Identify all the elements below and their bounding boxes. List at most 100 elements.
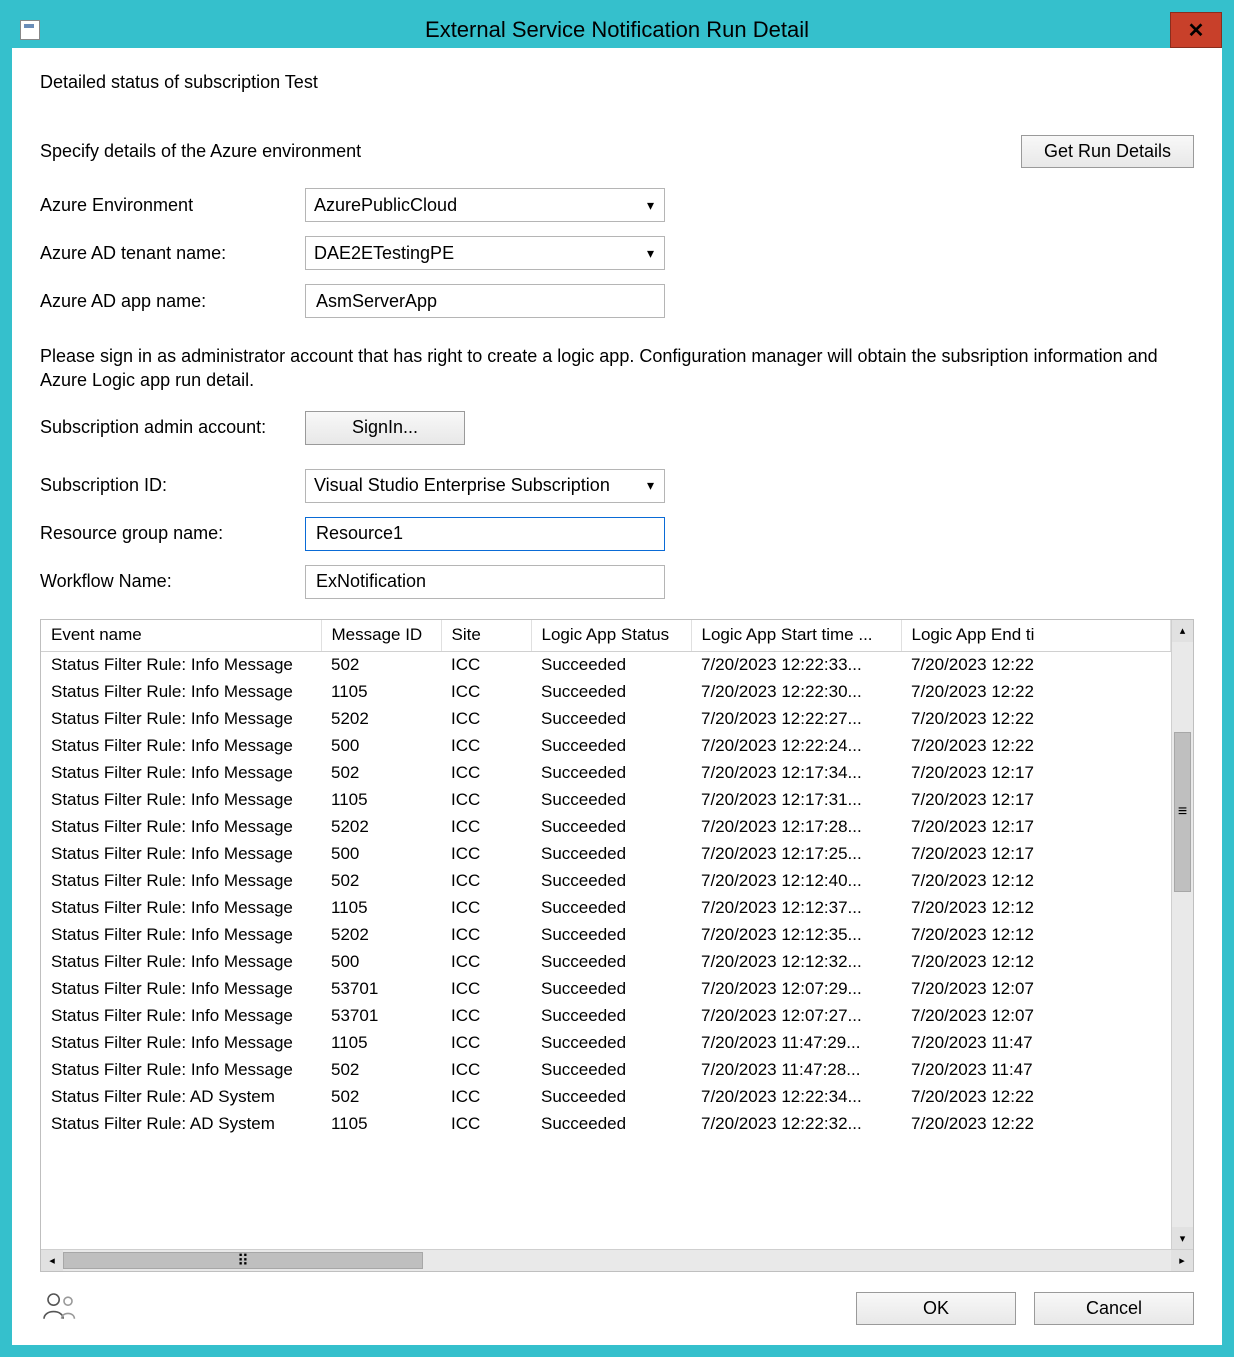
cell: Status Filter Rule: Info Message — [41, 841, 321, 868]
table-row[interactable]: Status Filter Rule: Info Message53701ICC… — [41, 1003, 1171, 1030]
hscroll-track[interactable]: ⠿ — [63, 1250, 1171, 1271]
cell: 500 — [321, 733, 441, 760]
column-header[interactable]: Site — [441, 620, 531, 652]
cell: 1105 — [321, 1111, 441, 1138]
subtitle-text: Detailed status of subscription Test — [40, 72, 1194, 93]
table-row[interactable]: Status Filter Rule: AD System1105ICCSucc… — [41, 1111, 1171, 1138]
close-button[interactable]: ✕ — [1170, 12, 1222, 48]
grid[interactable]: Event nameMessage IDSiteLogic App Status… — [41, 620, 1171, 1138]
ok-button[interactable]: OK — [856, 1292, 1016, 1325]
cell: Succeeded — [531, 976, 691, 1003]
chevron-down-icon: ▾ — [647, 245, 654, 262]
azure-env-combo[interactable]: AzurePublicCloud ▾ — [305, 188, 665, 222]
cancel-button[interactable]: Cancel — [1034, 1292, 1194, 1325]
app-label: Azure AD app name: — [40, 291, 305, 312]
vertical-scrollbar[interactable]: ▴ ≡ ▾ — [1171, 620, 1193, 1249]
table-row[interactable]: Status Filter Rule: Info Message500ICCSu… — [41, 841, 1171, 868]
titlebar[interactable]: External Service Notification Run Detail… — [12, 12, 1222, 48]
scroll-up-arrow-icon[interactable]: ▴ — [1172, 620, 1193, 642]
cell: 7/20/2023 12:12 — [901, 922, 1171, 949]
cell: 5202 — [321, 922, 441, 949]
table-row[interactable]: Status Filter Rule: Info Message500ICCSu… — [41, 949, 1171, 976]
cell: 7/20/2023 12:17:31... — [691, 787, 901, 814]
cell: Status Filter Rule: Info Message — [41, 1057, 321, 1084]
cell: Succeeded — [531, 1030, 691, 1057]
subscription-id-combo[interactable]: Visual Studio Enterprise Subscription ▾ — [305, 469, 665, 503]
app-name-input[interactable] — [314, 290, 656, 313]
resource-group-input[interactable] — [314, 522, 656, 545]
app-name-field[interactable] — [305, 284, 665, 318]
user-icon — [40, 1290, 80, 1327]
cell: ICC — [441, 733, 531, 760]
get-run-details-button[interactable]: Get Run Details — [1021, 135, 1194, 168]
cell: ICC — [441, 1003, 531, 1030]
cell: Status Filter Rule: Info Message — [41, 652, 321, 679]
cell: Succeeded — [531, 1084, 691, 1111]
table-row[interactable]: Status Filter Rule: Info Message1105ICCS… — [41, 1030, 1171, 1057]
workflow-field[interactable] — [305, 565, 665, 599]
cell: Succeeded — [531, 760, 691, 787]
cell: Status Filter Rule: Info Message — [41, 1030, 321, 1057]
column-header[interactable]: Event name — [41, 620, 321, 652]
cell: 7/20/2023 11:47:28... — [691, 1057, 901, 1084]
table-row[interactable]: Status Filter Rule: Info Message5202ICCS… — [41, 922, 1171, 949]
table-row[interactable]: Status Filter Rule: Info Message5202ICCS… — [41, 706, 1171, 733]
table-row[interactable]: Status Filter Rule: Info Message5202ICCS… — [41, 814, 1171, 841]
cell: ICC — [441, 976, 531, 1003]
hscroll-thumb[interactable]: ⠿ — [63, 1252, 423, 1269]
run-detail-table: Event nameMessage IDSiteLogic App Status… — [40, 619, 1194, 1272]
table-row[interactable]: Status Filter Rule: Info Message502ICCSu… — [41, 1057, 1171, 1084]
column-header[interactable]: Logic App End ti — [901, 620, 1171, 652]
tenant-combo[interactable]: DAE2ETestingPE ▾ — [305, 236, 665, 270]
tenant-label: Azure AD tenant name: — [40, 243, 305, 264]
chevron-down-icon: ▾ — [647, 197, 654, 214]
column-header[interactable]: Logic App Start time ... — [691, 620, 901, 652]
workflow-input[interactable] — [314, 570, 656, 593]
cell: ICC — [441, 814, 531, 841]
dialog-window: External Service Notification Run Detail… — [0, 0, 1234, 1357]
table-row[interactable]: Status Filter Rule: Info Message502ICCSu… — [41, 760, 1171, 787]
cell: 7/20/2023 12:12:37... — [691, 895, 901, 922]
cell: Status Filter Rule: Info Message — [41, 949, 321, 976]
cell: 7/20/2023 12:22:34... — [691, 1084, 901, 1111]
cell: 7/20/2023 12:22:30... — [691, 679, 901, 706]
cell: Status Filter Rule: Info Message — [41, 679, 321, 706]
cell: Succeeded — [531, 949, 691, 976]
table-row[interactable]: Status Filter Rule: Info Message502ICCSu… — [41, 868, 1171, 895]
cell: 1105 — [321, 679, 441, 706]
cell: 7/20/2023 12:17:34... — [691, 760, 901, 787]
table-row[interactable]: Status Filter Rule: AD System502ICCSucce… — [41, 1084, 1171, 1111]
table-row[interactable]: Status Filter Rule: Info Message53701ICC… — [41, 976, 1171, 1003]
table-row[interactable]: Status Filter Rule: Info Message1105ICCS… — [41, 895, 1171, 922]
cell: 7/20/2023 12:12 — [901, 868, 1171, 895]
cell: Succeeded — [531, 1057, 691, 1084]
cell: 502 — [321, 1057, 441, 1084]
resource-group-field[interactable] — [305, 517, 665, 551]
cell: Succeeded — [531, 895, 691, 922]
scroll-right-arrow-icon[interactable]: ▸ — [1171, 1250, 1193, 1271]
table-row[interactable]: Status Filter Rule: Info Message502ICCSu… — [41, 652, 1171, 679]
signin-button[interactable]: SignIn... — [305, 411, 465, 445]
signin-instruction: Please sign in as administrator account … — [40, 344, 1194, 393]
cell: ICC — [441, 1084, 531, 1111]
cell: 7/20/2023 12:17:25... — [691, 841, 901, 868]
close-icon: ✕ — [1188, 18, 1205, 43]
cell: ICC — [441, 895, 531, 922]
scroll-left-arrow-icon[interactable]: ◂ — [41, 1250, 63, 1271]
table-row[interactable]: Status Filter Rule: Info Message1105ICCS… — [41, 679, 1171, 706]
column-header[interactable]: Logic App Status — [531, 620, 691, 652]
scroll-down-arrow-icon[interactable]: ▾ — [1172, 1227, 1193, 1249]
vscroll-thumb[interactable]: ≡ — [1174, 732, 1191, 892]
table-row[interactable]: Status Filter Rule: Info Message500ICCSu… — [41, 733, 1171, 760]
cell: 7/20/2023 12:17 — [901, 760, 1171, 787]
cell: 7/20/2023 12:22 — [901, 679, 1171, 706]
horizontal-scrollbar[interactable]: ◂ ⠿ ▸ — [41, 1249, 1193, 1271]
cell: 7/20/2023 12:07:27... — [691, 1003, 901, 1030]
cell: 7/20/2023 12:22:33... — [691, 652, 901, 679]
cell: 53701 — [321, 976, 441, 1003]
cell: 5202 — [321, 706, 441, 733]
column-header[interactable]: Message ID — [321, 620, 441, 652]
table-row[interactable]: Status Filter Rule: Info Message1105ICCS… — [41, 787, 1171, 814]
vscroll-track[interactable]: ≡ — [1172, 642, 1193, 1227]
cell: Succeeded — [531, 679, 691, 706]
